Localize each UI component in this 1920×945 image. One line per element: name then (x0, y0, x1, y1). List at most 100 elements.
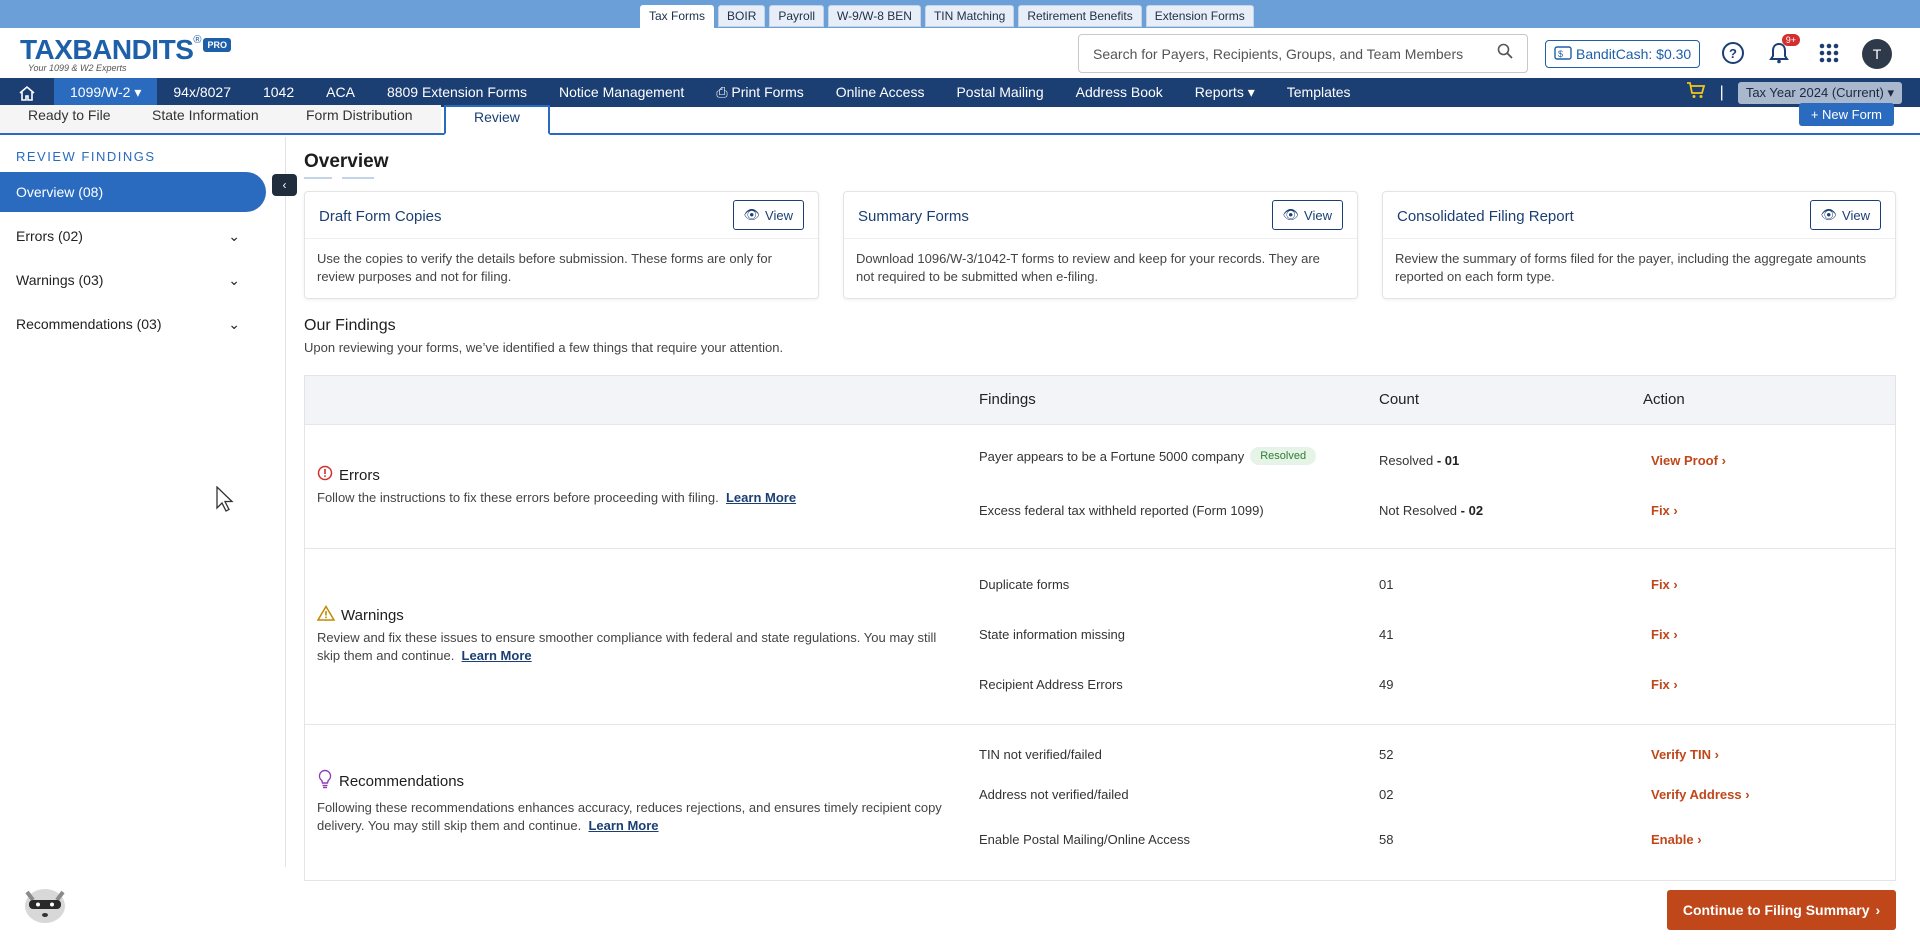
caret-down-icon: ▾ (1247, 84, 1255, 100)
card-consolidated-filing-report: Consolidated Filing Report 👁 View Review … (1382, 191, 1896, 299)
tax-year-label: Tax Year 2024 (Current) (1745, 84, 1884, 100)
section-title-label: Errors (339, 466, 380, 484)
warnings-desc-text: Review and fix these issues to ensure sm… (317, 630, 937, 663)
view-consolidated-report-button[interactable]: 👁 View (1809, 200, 1881, 230)
errors-learn-more-link[interactable]: Learn More (726, 490, 796, 505)
nav-1099-w2-label: 1099/W-2 (70, 84, 131, 100)
cart-icon[interactable] (1686, 81, 1706, 104)
finding-cell: Enable Postal Mailing/Online Access (979, 832, 1191, 847)
chevron-right-icon: › (1714, 747, 1719, 762)
chevron-right-icon: › (1697, 832, 1702, 847)
tab-tin-matching[interactable]: TIN Matching (924, 5, 1015, 27)
header-action: Action (1643, 391, 1685, 408)
nav-aca[interactable]: ACA (310, 78, 371, 107)
fix-link[interactable]: Fix › (1651, 577, 1678, 592)
support-chat-mascot[interactable] (20, 878, 70, 926)
finding-cell: Payer appears to be a Fortune 5000 compa… (979, 447, 1317, 465)
logo-brand: TAXBANDITS (20, 34, 194, 65)
sidebar-item-errors[interactable]: Errors (02) ⌄ (0, 216, 266, 256)
findings-table: Findings Count Action Errors Follow the … (304, 375, 1896, 881)
tab-payroll[interactable]: Payroll (769, 5, 825, 27)
enable-link[interactable]: Enable › (1651, 832, 1702, 847)
nav-reports[interactable]: Reports ▾ (1179, 78, 1271, 107)
verify-address-link[interactable]: Verify Address › (1651, 787, 1750, 802)
page-title: Overview (304, 151, 389, 172)
verify-tin-link[interactable]: Verify TIN › (1651, 747, 1719, 762)
view-label: View (765, 207, 793, 223)
home-icon[interactable] (0, 78, 54, 107)
help-icon[interactable]: ? (1720, 40, 1746, 66)
sidebar-item-overview[interactable]: Overview (08) (0, 172, 266, 212)
action-label: Verify Address (1651, 787, 1742, 802)
tab-form-distribution[interactable]: Form Distribution (278, 105, 441, 133)
sidebar-item-recommendations[interactable]: Recommendations (03) ⌄ (0, 304, 266, 344)
notification-count: 9+ (1781, 34, 1800, 46)
view-proof-link[interactable]: View Proof › (1651, 453, 1726, 468)
logo[interactable]: TAXBANDITS® PRO Your 1099 & W2 Experts (20, 34, 231, 73)
tab-state-information[interactable]: State Information (124, 105, 287, 133)
tab-tax-forms[interactable]: Tax Forms (640, 5, 715, 28)
count-cell: 58 (1379, 832, 1394, 847)
findings-title: Our Findings (304, 317, 396, 334)
search-input[interactable] (1093, 45, 1497, 62)
nav-online-access[interactable]: Online Access (820, 78, 941, 107)
apps-grid-icon[interactable] (1816, 40, 1842, 66)
header-count: Count (1379, 391, 1420, 408)
recommendations-learn-more-link[interactable]: Learn More (588, 818, 658, 833)
avatar[interactable]: T (1862, 39, 1892, 69)
tab-retirement-benefits[interactable]: Retirement Benefits (1018, 5, 1142, 27)
nav-reports-label: Reports (1194, 84, 1244, 100)
nav-address-book[interactable]: Address Book (1060, 78, 1179, 107)
nav-1042[interactable]: 1042 (247, 78, 310, 107)
logo-tagline: Your 1099 & W2 Experts (28, 63, 127, 73)
warnings-learn-more-link[interactable]: Learn More (462, 648, 532, 663)
count-cell: 52 (1379, 747, 1394, 762)
card-draft-form-copies: Draft Form Copies 👁 View Use the copies t… (304, 191, 819, 299)
notification-bell-icon[interactable]: 9+ (1766, 34, 1800, 66)
tab-review[interactable]: Review (444, 105, 550, 135)
search-icon[interactable] (1497, 43, 1513, 64)
nav-1099-w2[interactable]: 1099/W-2 ▾ (54, 78, 158, 107)
chevron-down-icon: ⌄ (228, 228, 240, 244)
view-draft-copies-button[interactable]: 👁 View (732, 200, 804, 230)
tab-w9-w8ben[interactable]: W-9/W-8 BEN (828, 5, 921, 27)
nav-postal-mailing[interactable]: Postal Mailing (940, 78, 1059, 107)
header-findings: Findings (979, 391, 1036, 408)
tax-year-select[interactable]: Tax Year 2024 (Current) ▾ (1737, 81, 1902, 104)
eye-icon: 👁 (1282, 207, 1300, 222)
errors-desc-text: Follow the instructions to fix these err… (317, 490, 719, 505)
nav-templates[interactable]: Templates (1271, 78, 1367, 107)
nav-notice-management[interactable]: Notice Management (543, 78, 700, 107)
action-label: View Proof (1651, 453, 1718, 468)
nav-8809-extension[interactable]: 8809 Extension Forms (371, 78, 543, 107)
sidebar-item-warnings[interactable]: Warnings (03) ⌄ (0, 260, 266, 300)
bandit-cash-button[interactable]: $ BanditCash: $0.30 (1545, 40, 1701, 68)
finding-text: Payer appears to be a Fortune 5000 compa… (979, 448, 1245, 464)
tab-extension-forms[interactable]: Extension Forms (1145, 5, 1254, 27)
chevron-right-icon: › (1673, 577, 1678, 592)
fix-link[interactable]: Fix › (1651, 503, 1678, 518)
chevron-right-icon: › (1673, 627, 1678, 642)
title-underline (304, 177, 374, 179)
count-cell: 02 (1379, 787, 1394, 802)
sidebar-title: REVIEW FINDINGS (16, 149, 156, 164)
action-label: Fix (1651, 577, 1670, 592)
nav-print-forms[interactable]: ⎙ Print Forms (700, 78, 819, 107)
nav-94x-8027[interactable]: 94x/8027 (157, 78, 247, 107)
tab-boir[interactable]: BOIR (718, 5, 766, 27)
tab-ready-to-file[interactable]: Ready to File (0, 105, 139, 133)
app-switcher-bar: Tax Forms BOIR Payroll W-9/W-8 BEN TIN M… (0, 0, 1920, 28)
new-form-button[interactable]: + New Form (1798, 103, 1894, 126)
errors-title: Errors (317, 465, 380, 485)
continue-to-filing-summary-button[interactable]: Continue to Filing Summary › (1667, 890, 1896, 930)
recommendations-description: Following these recommendations enhances… (317, 799, 957, 835)
fix-link[interactable]: Fix › (1651, 677, 1678, 692)
count-status: Resolved (1379, 453, 1434, 468)
section-title-label: Recommendations (339, 772, 465, 790)
card-description: Review the summary of forms filed for th… (1395, 251, 1867, 284)
fix-link[interactable]: Fix › (1651, 627, 1678, 642)
collapse-sidebar-button[interactable]: ‹ (272, 174, 297, 196)
chevron-right-icon: › (1745, 787, 1750, 802)
view-summary-forms-button[interactable]: 👁 View (1271, 200, 1343, 230)
chevron-down-icon: ⌄ (228, 272, 240, 288)
